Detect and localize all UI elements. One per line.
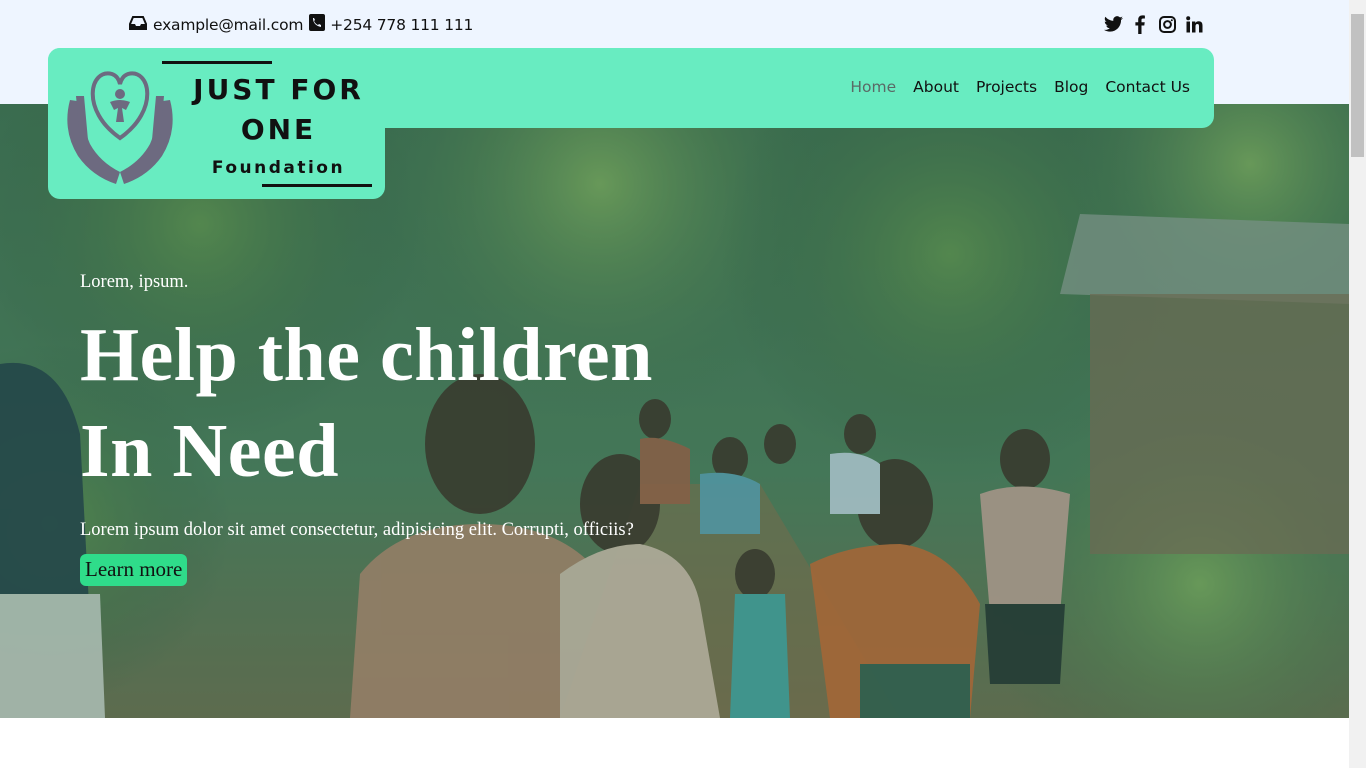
nav-contact-us[interactable]: Contact Us (1105, 78, 1190, 96)
page: example@mail.com +254 778 111 111 Lorem,… (0, 0, 1366, 768)
logo[interactable]: JUST FOR ONE Foundation (48, 48, 385, 199)
logo-rule-top (162, 61, 272, 64)
instagram-icon[interactable] (1157, 14, 1177, 34)
phone-text: +254 778 111 111 (330, 15, 474, 34)
hero-content: Lorem, ipsum. Help the children In Need … (80, 272, 780, 586)
main-nav: Home About Projects Blog Contact Us (850, 78, 1190, 96)
logo-text: JUST FOR ONE Foundation (176, 70, 381, 188)
logo-line1: JUST FOR (193, 73, 364, 106)
phone-link[interactable]: +254 778 111 111 (309, 14, 473, 35)
nav-blog[interactable]: Blog (1054, 78, 1088, 96)
hero-headline: Help the children In Need (80, 307, 780, 499)
facebook-icon[interactable] (1130, 14, 1150, 34)
email-text: example@mail.com (153, 15, 304, 34)
twitter-icon[interactable] (1103, 14, 1123, 34)
hero-subtitle: Lorem ipsum dolor sit amet consectetur, … (80, 520, 634, 540)
page-scrollbar[interactable] (1349, 0, 1366, 768)
contact-info: example@mail.com +254 778 111 111 (128, 14, 479, 35)
hands-heart-logo-icon (60, 60, 180, 193)
learn-more-button[interactable]: Learn more (80, 554, 188, 586)
linkedin-icon[interactable] (1184, 14, 1204, 34)
hero-headline-line1: Help the children (80, 313, 653, 397)
email-link[interactable]: example@mail.com (128, 15, 303, 35)
logo-line3: Foundation (211, 158, 346, 178)
inbox-icon (128, 15, 153, 35)
nav-projects[interactable]: Projects (976, 78, 1037, 96)
hero-eyebrow: Lorem, ipsum. (80, 272, 189, 292)
nav-home[interactable]: Home (850, 78, 896, 96)
hero-headline-line2: In Need (80, 409, 339, 493)
logo-line2: ONE (240, 113, 317, 146)
phone-icon (309, 14, 330, 35)
scrollbar-thumb[interactable] (1351, 14, 1364, 157)
social-links (1103, 14, 1204, 34)
nav-about[interactable]: About (913, 78, 959, 96)
logo-rule-bottom (262, 184, 372, 187)
